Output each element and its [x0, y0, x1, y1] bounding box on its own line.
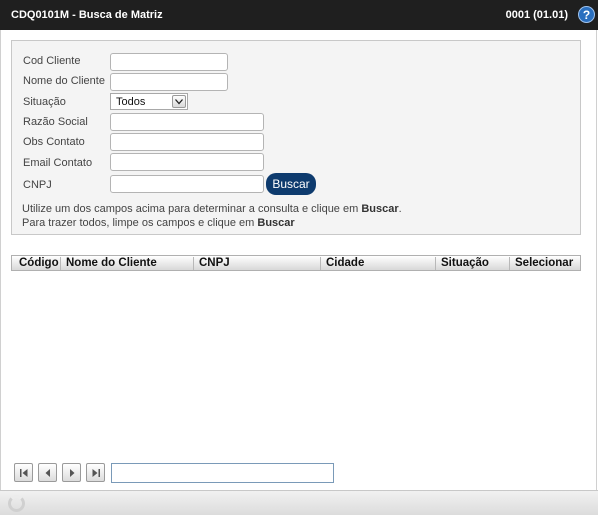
status-bar — [0, 490, 598, 515]
obs-contato-label: Obs Contato — [23, 136, 85, 148]
results-grid-header: Código Nome do Cliente CNPJ Cidade Situa… — [11, 255, 581, 271]
cnpj-label: CNPJ — [23, 179, 52, 191]
column-cnpj[interactable]: CNPJ — [193, 257, 320, 270]
hint-end-1: . — [398, 203, 402, 215]
first-page-icon — [20, 469, 28, 477]
next-page-button[interactable] — [62, 463, 81, 482]
obs-contato-input[interactable] — [110, 133, 264, 151]
first-page-button[interactable] — [14, 463, 33, 482]
situacao-select[interactable]: Todos — [110, 93, 188, 110]
hint-bold-2: Buscar — [257, 217, 295, 229]
column-nome-cliente[interactable]: Nome do Cliente — [60, 257, 193, 270]
column-selecionar[interactable]: Selecionar — [509, 257, 580, 270]
nome-cliente-label: Nome do Cliente — [23, 75, 105, 87]
last-page-icon — [92, 469, 100, 477]
situacao-label: Situação — [23, 96, 66, 108]
filter-panel: Cod Cliente Nome do Cliente Situação Tod… — [11, 40, 581, 235]
chevron-down-icon[interactable] — [172, 95, 186, 108]
situacao-value: Todos — [116, 96, 146, 108]
hint-text-2: Para trazer todos, limpe os campos e cli… — [22, 217, 258, 229]
page-code: 0001 (01.01) — [505, 9, 568, 21]
last-page-button[interactable] — [86, 463, 105, 482]
title-bar: CDQ0101M - Busca de Matriz 0001 (01.01) … — [0, 0, 598, 30]
column-codigo[interactable]: Código — [14, 257, 62, 270]
email-contato-label: Email Contato — [23, 157, 93, 169]
page-input[interactable] — [111, 463, 334, 483]
hint-line-1: Utilize um dos campos acima para determi… — [22, 203, 402, 215]
column-situacao[interactable]: Situação — [435, 257, 509, 270]
cod-cliente-input[interactable] — [110, 53, 228, 71]
prev-page-icon — [45, 469, 50, 477]
hint-bold-1: Buscar — [361, 203, 399, 215]
prev-page-button[interactable] — [38, 463, 57, 482]
email-contato-input[interactable] — [110, 153, 264, 171]
loading-icon — [8, 495, 25, 512]
cod-cliente-label: Cod Cliente — [23, 55, 81, 67]
help-icon[interactable]: ? — [578, 6, 595, 23]
hint-line-2: Para trazer todos, limpe os campos e cli… — [22, 217, 295, 229]
cnpj-input[interactable] — [110, 175, 264, 193]
search-button[interactable]: Buscar — [266, 173, 316, 195]
nome-cliente-input[interactable] — [110, 73, 228, 91]
next-page-icon — [70, 469, 75, 477]
razao-social-input[interactable] — [110, 113, 264, 131]
column-cidade[interactable]: Cidade — [320, 257, 435, 270]
hint-text-1: Utilize um dos campos acima para determi… — [22, 203, 362, 215]
window-title: CDQ0101M - Busca de Matriz — [11, 9, 163, 21]
razao-social-label: Razão Social — [23, 116, 88, 128]
